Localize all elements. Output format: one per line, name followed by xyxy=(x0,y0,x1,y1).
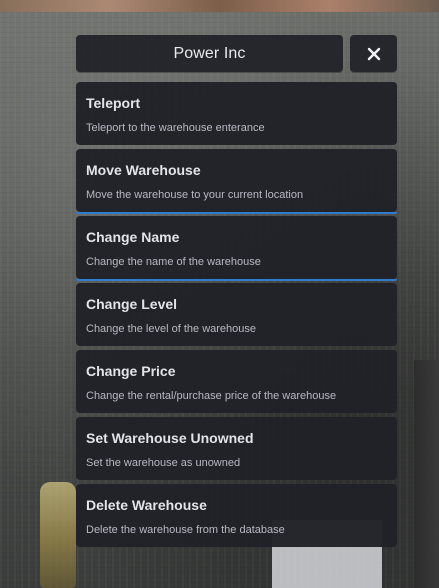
menu-item-description: Teleport to the warehouse enterance xyxy=(86,122,265,134)
menu-item-description: Change the name of the warehouse xyxy=(86,256,261,268)
menu-list: Teleport Teleport to the warehouse enter… xyxy=(76,82,397,547)
menu-item-set-warehouse-unowned[interactable]: Set Warehouse Unowned Set the warehouse … xyxy=(76,417,397,480)
menu-title-text: Power Inc xyxy=(173,44,246,62)
background-bottle xyxy=(40,482,76,588)
menu-item-title: Delete Warehouse xyxy=(86,497,207,513)
menu-title: Power Inc xyxy=(76,35,343,72)
menu-item-title: Change Price xyxy=(86,363,176,379)
menu-item-change-level[interactable]: Change Level Change the level of the war… xyxy=(76,283,397,346)
menu-item-title: Change Name xyxy=(86,229,180,245)
background-top-strip xyxy=(0,0,439,12)
menu-item-move-warehouse[interactable]: Move Warehouse Move the warehouse to you… xyxy=(76,149,397,214)
menu-item-title: Change Level xyxy=(86,296,178,312)
menu-item-description: Change the rental/purchase price of the … xyxy=(86,390,337,402)
menu-item-change-name[interactable]: Change Name Change the name of the wareh… xyxy=(76,216,397,281)
menu-item-change-price[interactable]: Change Price Change the rental/purchase … xyxy=(76,350,397,413)
menu-item-description: Change the level of the warehouse xyxy=(86,323,257,335)
menu-item-description: Move the warehouse to your current locat… xyxy=(86,189,304,201)
menu-item-delete-warehouse[interactable]: Delete Warehouse Delete the warehouse fr… xyxy=(76,484,397,547)
menu-item-description: Delete the warehouse from the database xyxy=(86,524,285,536)
menu-item-teleport[interactable]: Teleport Teleport to the warehouse enter… xyxy=(76,82,397,145)
close-icon xyxy=(367,47,380,60)
close-button[interactable] xyxy=(350,35,397,72)
menu-item-title: Set Warehouse Unowned xyxy=(86,430,254,446)
menu-item-title: Move Warehouse xyxy=(86,162,201,178)
menu-item-title: Teleport xyxy=(86,95,141,111)
menu-item-description: Set the warehouse as unowned xyxy=(86,457,241,469)
warehouse-menu-panel: Power Inc Teleport Teleport to the wareh… xyxy=(76,35,397,547)
menu-header: Power Inc xyxy=(76,35,397,72)
background-right-frame xyxy=(414,360,439,588)
